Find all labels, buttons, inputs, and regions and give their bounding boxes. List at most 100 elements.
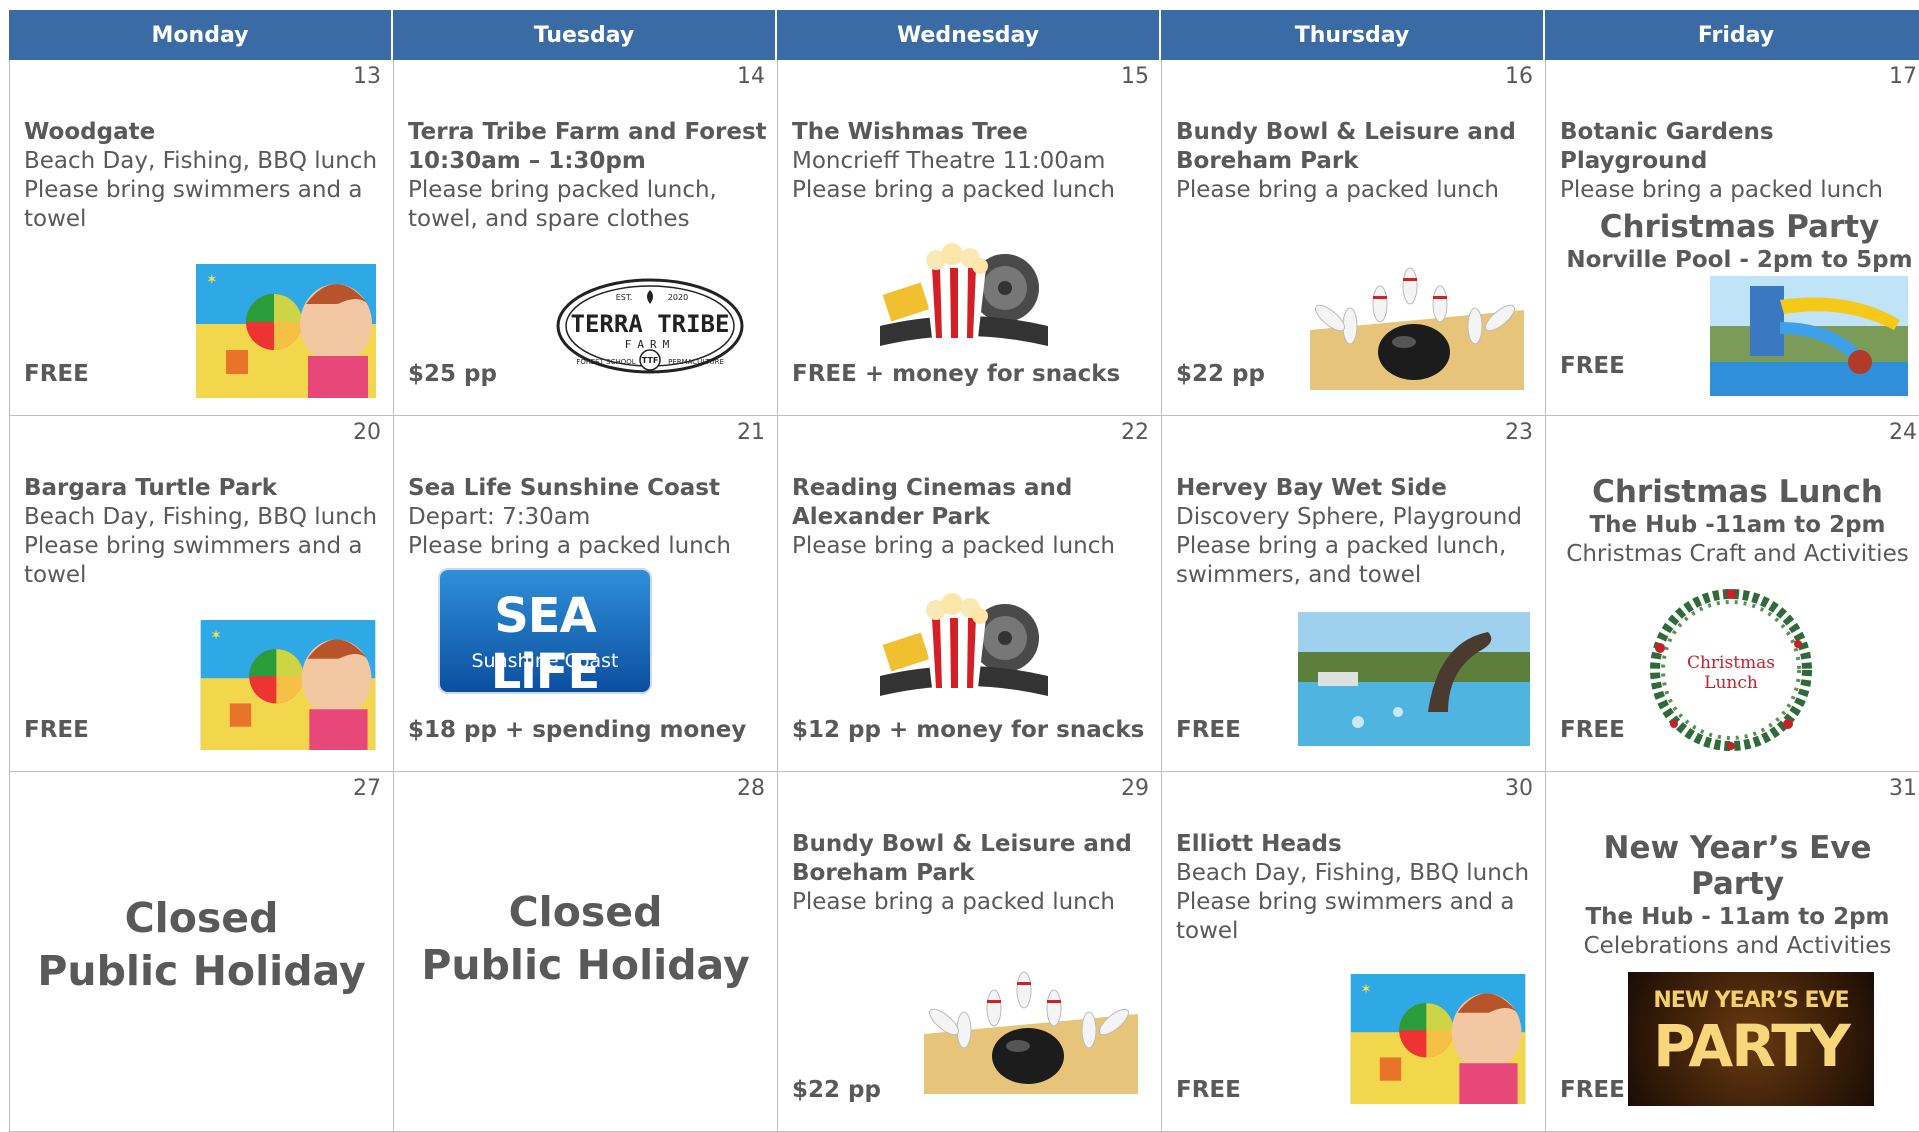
day-number: 24 — [1889, 420, 1917, 445]
event-price: FREE — [1560, 717, 1625, 743]
sea-life-name: SEA LiFE — [490, 588, 601, 694]
event-details: Elliott Heads Beach Day, Fishing, BBQ lu… — [1176, 830, 1535, 946]
day-number: 28 — [737, 776, 765, 801]
calendar-grid: 13 Woodgate Beach Day, Fishing, BBQ lunc… — [9, 60, 1919, 1132]
day-number: 30 — [1505, 776, 1533, 801]
closed-notice: Closed Public Holiday — [394, 886, 777, 992]
header-wednesday: Wednesday — [777, 10, 1161, 60]
svg-text:✶: ✶ — [206, 272, 218, 288]
event-line: Discovery Sphere, Playground — [1176, 504, 1522, 530]
event-line: Depart: 7:30am — [408, 504, 591, 530]
day-cell-30: 30 Elliott Heads Beach Day, Fishing, BBQ… — [1162, 772, 1546, 1132]
event-title: Hervey Bay Wet Side — [1176, 475, 1447, 501]
event-title: Elliott Heads — [1176, 831, 1342, 857]
day-number: 23 — [1505, 420, 1533, 445]
beach-ball-image: ✶ — [196, 264, 376, 398]
new-years-eve-banner: NEW YEAR’S EVE PARTY — [1628, 972, 1874, 1106]
day-cell-15: 15 The Wishmas Tree Moncrieff Theatre 11… — [778, 60, 1162, 416]
event-details: Bundy Bowl & Leisure and Boreham Park Pl… — [1176, 118, 1535, 205]
wreath-text: Christmas — [1687, 653, 1775, 673]
event-name: New Year’s Eve Party — [1603, 830, 1872, 902]
event-name: Christmas Party — [1599, 209, 1880, 245]
logo-left-text: FOREST SCHOOL — [576, 358, 635, 366]
header-friday: Friday — [1545, 10, 1919, 60]
event-price: $25 pp — [408, 361, 497, 387]
event-line: Please bring swimmers and a towel — [24, 533, 363, 588]
event-line: Beach Day, Fishing, BBQ lunch — [24, 504, 378, 530]
popcorn-cinema-image — [880, 578, 1048, 702]
logo-right-text: PERMACULTURE — [668, 358, 724, 366]
event-subtitle: The Hub - 11am to 2pm — [1585, 904, 1890, 930]
svg-text:Lunch: Lunch — [1704, 673, 1758, 693]
event-details: Hervey Bay Wet Side Discovery Sphere, Pl… — [1176, 474, 1535, 590]
logo-name: TERRA TRIBE — [571, 310, 730, 338]
event-price: $22 pp — [792, 1077, 881, 1103]
event-title: Woodgate — [24, 119, 156, 145]
event-line: Please bring swimmers and a towel — [24, 177, 363, 232]
event-line: Moncrieff Theatre 11:00am — [792, 148, 1106, 174]
event-line: Beach Day, Fishing, BBQ lunch — [1176, 860, 1530, 886]
day-number: 15 — [1121, 64, 1149, 89]
event-price: FREE — [1560, 1077, 1625, 1103]
day-number: 29 — [1121, 776, 1149, 801]
day-cell-14: 14 Terra Tribe Farm and Forest 10:30am –… — [394, 60, 778, 416]
event-subtitle: The Hub -11am to 2pm — [1589, 512, 1886, 538]
closed-label: Closed — [508, 888, 663, 936]
event-line: Please bring a packed lunch — [792, 533, 1115, 559]
event-details: Terra Tribe Farm and Forest 10:30am – 1:… — [408, 118, 767, 234]
svg-text:✶: ✶ — [1360, 981, 1371, 997]
event-details: Bargara Turtle Park Beach Day, Fishing, … — [24, 474, 383, 590]
event-details: New Year’s Eve Party The Hub - 11am to 2… — [1552, 830, 1919, 961]
day-number: 14 — [737, 64, 765, 89]
event-line: Please bring a packed lunch — [1176, 177, 1499, 203]
day-cell-13: 13 Woodgate Beach Day, Fishing, BBQ lunc… — [10, 60, 394, 416]
event-line: Christmas Craft and Activities — [1566, 541, 1909, 567]
day-cell-17: 17 Botanic Gardens Playground Please bri… — [1546, 60, 1919, 416]
day-cell-23: 23 Hervey Bay Wet Side Discovery Sphere,… — [1162, 416, 1546, 772]
weekday-header: Monday Tuesday Wednesday Thursday Friday — [9, 10, 1919, 60]
event-price: $18 pp + spending money — [408, 717, 747, 743]
event-line: Please bring packed lunch, towel, and sp… — [408, 177, 717, 232]
bowling-image — [924, 964, 1138, 1094]
day-cell-31: 31 New Year’s Eve Party The Hub - 11am t… — [1546, 772, 1919, 1132]
event-line: Please bring a packed lunch — [792, 889, 1115, 915]
header-tuesday: Tuesday — [393, 10, 777, 60]
event-line: Please bring a packed lunch — [408, 533, 731, 559]
day-cell-24: 24 Christmas Lunch The Hub -11am to 2pm … — [1546, 416, 1919, 772]
event-name: Christmas Lunch — [1592, 474, 1883, 510]
event-price: FREE + money for snacks — [792, 361, 1121, 387]
closed-notice: Closed Public Holiday — [10, 892, 393, 998]
svg-text:✶: ✶ — [210, 627, 221, 643]
day-number: 16 — [1505, 64, 1533, 89]
event-price: $22 pp — [1176, 361, 1265, 387]
day-number: 31 — [1889, 776, 1917, 801]
event-price: FREE — [1176, 1077, 1241, 1103]
event-line: Celebrations and Activities — [1583, 933, 1892, 959]
event-line: Please bring swimmers and a towel — [1176, 889, 1515, 944]
logo-farm: FARM — [625, 338, 676, 351]
event-details: The Wishmas Tree Moncrieff Theatre 11:00… — [792, 118, 1151, 205]
event-title: Reading Cinemas and Alexander Park — [792, 475, 1073, 530]
event-line: Please bring a packed lunch, swimmers, a… — [1176, 533, 1507, 588]
event-title: Bargara Turtle Park — [24, 475, 278, 501]
day-number: 20 — [353, 420, 381, 445]
day-cell-29: 29 Bundy Bowl & Leisure and Boreham Park… — [778, 772, 1162, 1132]
beach-ball-image: ✶ — [200, 620, 376, 750]
holiday-label: Public Holiday — [37, 947, 366, 995]
event-time: 10:30am – 1:30pm — [408, 148, 646, 174]
day-cell-20: 20 Bargara Turtle Park Beach Day, Fishin… — [10, 416, 394, 772]
day-cell-21: 21 Sea Life Sunshine Coast Depart: 7:30a… — [394, 416, 778, 772]
event-line: Please bring a packed lunch — [792, 177, 1115, 203]
event-price: FREE — [1560, 353, 1625, 379]
day-number: 13 — [353, 64, 381, 89]
logo-est: EST. — [616, 293, 633, 302]
day-cell-22: 22 Reading Cinemas and Alexander Park Pl… — [778, 416, 1162, 772]
sea-life-location: Sunshine Coast — [471, 650, 619, 672]
popcorn-cinema-image — [880, 228, 1048, 352]
header-thursday: Thursday — [1161, 10, 1545, 60]
event-line: Beach Day, Fishing, BBQ lunch — [24, 148, 378, 174]
day-number: 27 — [353, 776, 381, 801]
event-subtitle: Norville Pool - 2pm to 5pm — [1566, 247, 1913, 273]
day-cell-16: 16 Bundy Bowl & Leisure and Boreham Park… — [1162, 60, 1546, 416]
sea-life-logo: SEA LiFE Sunshine Coast — [438, 568, 652, 694]
